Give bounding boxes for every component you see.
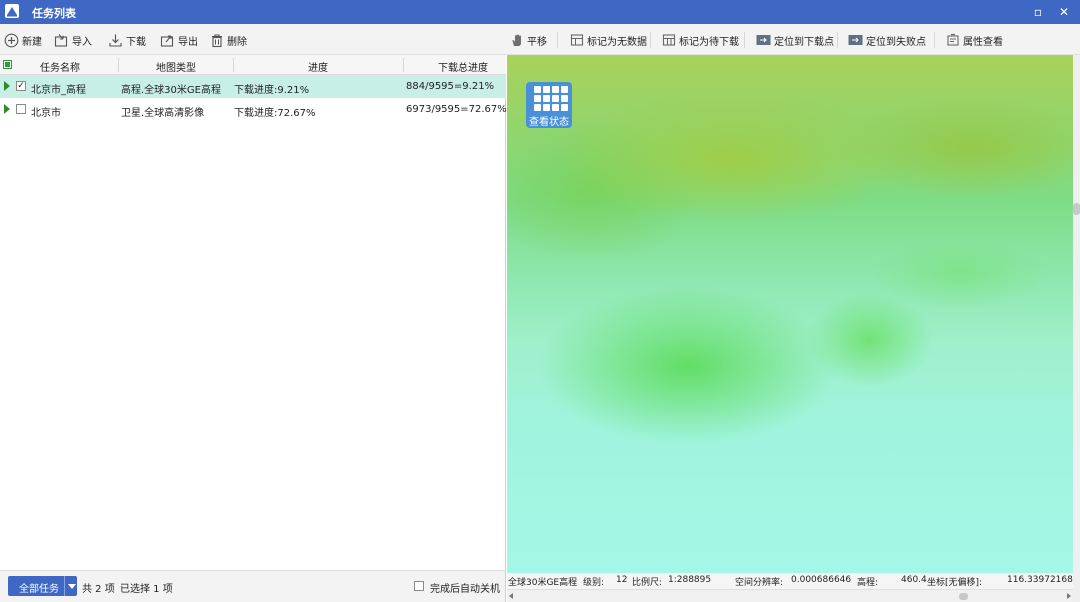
resolution-label: 空间分辨率:	[735, 578, 784, 588]
mark-pending-icon	[662, 34, 676, 46]
elevation-label: 高程:	[857, 578, 879, 588]
map-type-cell: 高程.全球30米GE高程	[121, 85, 221, 96]
delete-button[interactable]: 删除	[210, 30, 247, 50]
locate-failed-button[interactable]: 定位到失败点	[848, 30, 926, 50]
chevron-down-icon[interactable]	[64, 576, 77, 596]
progress-cell: 下载进度:9.21%	[234, 85, 310, 96]
toolbar-divider	[557, 32, 558, 48]
export-label: 导出	[178, 36, 198, 48]
level-value: 12	[616, 575, 628, 585]
trash-icon	[212, 33, 222, 47]
mark-no-data-label: 标记为无数据	[587, 36, 647, 48]
import-button[interactable]: 导入	[54, 30, 92, 50]
title-bar: 任务列表 ▫ ✕	[0, 0, 1080, 24]
total-progress-cell: 6973/9595=72.67%	[406, 104, 507, 115]
locate-failed-icon	[848, 35, 863, 45]
toolbar-divider	[744, 32, 745, 48]
layer-name: 全球30米GE高程	[508, 578, 578, 588]
mark-pending-label: 标记为待下载	[679, 36, 739, 48]
task-name-cell: 北京市_高程	[31, 85, 86, 96]
scroll-left-icon[interactable]	[509, 593, 513, 599]
all-tasks-label: 全部任务	[19, 584, 59, 595]
column-divider	[233, 58, 234, 72]
resolution-value: 0.000686646	[791, 575, 852, 585]
toolbar-divider	[934, 32, 935, 48]
column-header-task-name[interactable]: 任务名称	[40, 59, 80, 74]
locate-download-button[interactable]: 定位到下载点	[756, 30, 834, 50]
select-all-checkbox[interactable]	[3, 60, 12, 69]
task-table-header: 任务名称 地图类型 进度 下载总进度	[0, 55, 506, 75]
auto-shutdown-label: 完成后自动关机	[430, 584, 500, 595]
scale-label: 比例尺:	[632, 578, 663, 588]
auto-shutdown-checkbox[interactable]	[414, 581, 424, 591]
scroll-thumb[interactable]	[1073, 203, 1080, 215]
hand-icon	[512, 34, 521, 46]
locate-download-icon	[756, 35, 771, 45]
all-tasks-dropdown[interactable]: 全部任务	[8, 576, 77, 596]
scroll-right-icon[interactable]	[1067, 593, 1071, 599]
coordinate-value: 116.33972168,	[1007, 575, 1073, 585]
mark-no-data-icon	[570, 34, 584, 46]
selected-count: 已选择 1 项	[120, 584, 173, 595]
map-view[interactable]: 查看状态	[507, 55, 1073, 573]
scroll-thumb[interactable]	[959, 593, 968, 600]
mark-no-data-button[interactable]: 标记为无数据	[570, 30, 647, 50]
window-title: 任务列表	[32, 7, 76, 20]
elevation-value: 460.4	[901, 575, 927, 585]
new-button[interactable]: 新建	[4, 30, 42, 50]
toolbar-divider	[837, 32, 838, 48]
horizontal-scrollbar[interactable]	[507, 589, 1073, 602]
locate-failed-label: 定位到失败点	[866, 36, 926, 48]
map-status-bar: 全球30米GE高程 级别: 12 比例尺: 1:288895 空间分辨率: 0.…	[507, 573, 1073, 589]
vertical-scrollbar[interactable]	[1073, 55, 1080, 602]
level-label: 级别:	[583, 578, 605, 588]
column-header-map-type[interactable]: 地图类型	[156, 59, 196, 74]
row-checkbox[interactable]: ✓	[16, 81, 26, 91]
properties-icon	[947, 33, 959, 46]
delete-label: 删除	[227, 36, 247, 48]
column-divider	[118, 58, 119, 72]
column-divider	[403, 58, 404, 72]
plus-circle-icon	[4, 33, 19, 47]
properties-button[interactable]: 属性查看	[946, 30, 1003, 50]
task-list-panel: 任务名称 地图类型 进度 下载总进度 ✓ 北京市_高程 高程.全球30米GE高程…	[0, 55, 507, 570]
coordinate-label: 坐标[无偏移]:	[927, 578, 983, 588]
task-footer: 全部任务 共 2 项 已选择 1 项 完成后自动关机	[0, 570, 506, 602]
progress-cell: 下载进度:72.67%	[234, 108, 316, 119]
download-icon	[109, 34, 122, 47]
mark-pending-button[interactable]: 标记为待下载	[662, 30, 739, 50]
column-header-progress[interactable]: 进度	[308, 59, 328, 74]
task-list-window: 任务列表 ▫ ✕ 新建 导入 下载 导出 删除 平移 标记为无数据 标记为待下载…	[0, 0, 1080, 602]
import-label: 导入	[72, 36, 92, 48]
minimize-button[interactable]: ▫	[1030, 4, 1046, 20]
total-progress-cell: 884/9595=9.21%	[406, 81, 495, 92]
scale-value: 1:288895	[668, 575, 712, 585]
import-icon	[54, 33, 68, 47]
new-label: 新建	[22, 36, 42, 48]
expand-arrow-icon[interactable]	[4, 104, 10, 114]
download-label: 下载	[126, 36, 146, 48]
column-header-total-progress[interactable]: 下载总进度	[438, 59, 488, 74]
table-row[interactable]: 北京市 卫星.全球高清影像 下载进度:72.67% 6973/9595=72.6…	[0, 98, 507, 121]
view-status-label: 查看状态	[529, 117, 569, 128]
table-row[interactable]: ✓ 北京市_高程 高程.全球30米GE高程 下载进度:9.21% 884/959…	[0, 75, 506, 98]
pan-label: 平移	[527, 36, 547, 48]
grid-icon	[534, 86, 568, 112]
expand-arrow-icon[interactable]	[4, 81, 10, 91]
view-status-button[interactable]: 查看状态	[526, 82, 572, 128]
row-checkbox[interactable]	[16, 104, 26, 114]
export-icon	[160, 34, 174, 47]
app-logo-icon	[5, 4, 19, 18]
export-button[interactable]: 导出	[160, 30, 198, 50]
download-button[interactable]: 下载	[108, 30, 146, 50]
toolbar-divider	[650, 32, 651, 48]
pan-button[interactable]: 平移	[510, 30, 547, 50]
task-name-cell: 北京市	[31, 108, 61, 119]
close-button[interactable]: ✕	[1056, 4, 1072, 20]
properties-label: 属性查看	[963, 36, 1003, 48]
total-count: 共 2 项	[82, 584, 115, 595]
locate-download-label: 定位到下载点	[774, 36, 834, 48]
map-type-cell: 卫星.全球高清影像	[121, 108, 205, 119]
toolbar: 新建 导入 下载 导出 删除 平移 标记为无数据 标记为待下载 定位到下载点 定…	[0, 24, 1080, 55]
